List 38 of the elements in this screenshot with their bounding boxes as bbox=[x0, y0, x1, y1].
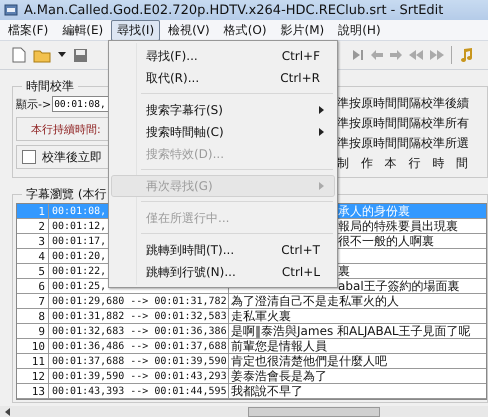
table-cell: 00:01:29,680 --> 00:01:31,782 bbox=[49, 294, 229, 308]
table-cell: 5 bbox=[17, 264, 49, 278]
table-cell: 9 bbox=[17, 324, 49, 338]
subtitle-text: 承人的身份裏 bbox=[338, 204, 410, 218]
table-cell: 11 bbox=[17, 354, 49, 368]
table-cell: 10 bbox=[17, 339, 49, 353]
subtitle-text: 報局的特殊要員出現裏 bbox=[338, 219, 458, 233]
table-cell: 4 bbox=[17, 249, 49, 263]
table-cell: 00:01:32,683 --> 00:01:36,386 bbox=[49, 324, 229, 338]
subtitle-text: 走私軍火裏 bbox=[231, 309, 291, 323]
subtitle-text: 肯定也很清楚他們是什麼人吧 bbox=[231, 354, 387, 368]
table-cell: 1 bbox=[17, 204, 49, 218]
subtitle-text: 裏 bbox=[338, 264, 350, 278]
table-cell: 6 bbox=[17, 279, 49, 293]
table-cell: 8 bbox=[17, 309, 49, 323]
table-cell: 13 bbox=[17, 384, 49, 398]
subtitle-text: 為了澄清自己不是走私軍火的人 bbox=[231, 294, 399, 308]
subtitle-text: abal王子簽約的場面裏 bbox=[338, 279, 460, 293]
subtitle-text: 是啊‖泰浩與James 和ALJABAL王子見面了呢 bbox=[231, 324, 471, 338]
table-cell: 7 bbox=[17, 294, 49, 308]
window-title: A.Man.Called.God.E02.720p.HDTV.x264-HDC.REClub.srt - SrtEdit bbox=[24, 2, 444, 18]
subtitle-text: 我都說不早了 bbox=[231, 384, 303, 398]
duration-label: 本行持續時間: bbox=[31, 122, 101, 136]
subtitle-text: 很不一般的人啊裏 bbox=[338, 234, 434, 248]
checkbox-label: 校準後立即 bbox=[42, 148, 102, 166]
table-cell: 00:01:36,486 --> 00:01:37,688 bbox=[49, 339, 229, 353]
table-cell: 12 bbox=[17, 369, 49, 383]
subtitle-text: 前輩您是情報人員 bbox=[231, 339, 327, 353]
table-cell: 00:01:39,590 --> 00:01:43,293 bbox=[49, 369, 229, 383]
table-cell: 00:01:43,393 --> 00:01:44,595 bbox=[49, 384, 229, 398]
group-title: 時間校準 bbox=[25, 78, 75, 95]
table-cell: 2 bbox=[17, 219, 49, 233]
table-cell: 00:01:31,882 --> 00:01:32,583 bbox=[49, 309, 229, 323]
group-title: 字幕瀏覽 (本行 bbox=[25, 186, 108, 203]
subtitle-text: 姜泰浩會長是為了 bbox=[231, 369, 327, 383]
table-cell: 00:01:37,688 --> 00:01:39,590 bbox=[49, 354, 229, 368]
table-cell: 3 bbox=[17, 234, 49, 248]
display-label: 顯示-> bbox=[16, 96, 52, 112]
